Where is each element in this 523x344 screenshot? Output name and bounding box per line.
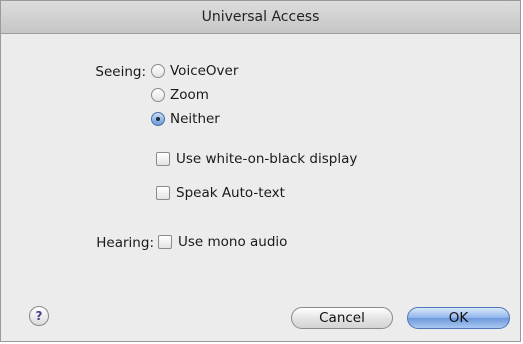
mono-audio-label: Use mono audio (178, 234, 288, 250)
checkbox-icon (158, 235, 172, 249)
voiceover-label: VoiceOver (170, 63, 239, 79)
zoom-radio[interactable]: Zoom (151, 87, 209, 103)
cancel-button[interactable]: Cancel (291, 307, 393, 329)
white-on-black-checkbox[interactable]: Use white-on-black display (156, 151, 357, 167)
universal-access-dialog: Universal Access Seeing: VoiceOver Zoom … (0, 0, 521, 342)
speak-auto-text-label: Speak Auto-text (176, 185, 285, 201)
hearing-label: Hearing: (96, 235, 154, 251)
mono-audio-checkbox[interactable]: Use mono audio (158, 234, 287, 250)
neither-label: Neither (170, 111, 220, 127)
seeing-label: Seeing: (95, 64, 146, 80)
ok-button[interactable]: OK (407, 307, 510, 329)
white-on-black-label: Use white-on-black display (176, 151, 358, 167)
radio-button-icon (151, 64, 165, 78)
checkbox-icon (156, 152, 170, 166)
zoom-label: Zoom (170, 87, 209, 103)
window-title: Universal Access (201, 9, 320, 25)
radio-button-selected-icon (151, 112, 165, 126)
checkbox-icon (156, 186, 170, 200)
radio-button-icon (151, 88, 165, 102)
help-button[interactable]: ? (29, 306, 49, 326)
speak-auto-text-checkbox[interactable]: Speak Auto-text (156, 185, 285, 201)
neither-radio[interactable]: Neither (151, 111, 220, 127)
title-bar: Universal Access (1, 1, 520, 34)
voiceover-radio[interactable]: VoiceOver (151, 63, 238, 79)
